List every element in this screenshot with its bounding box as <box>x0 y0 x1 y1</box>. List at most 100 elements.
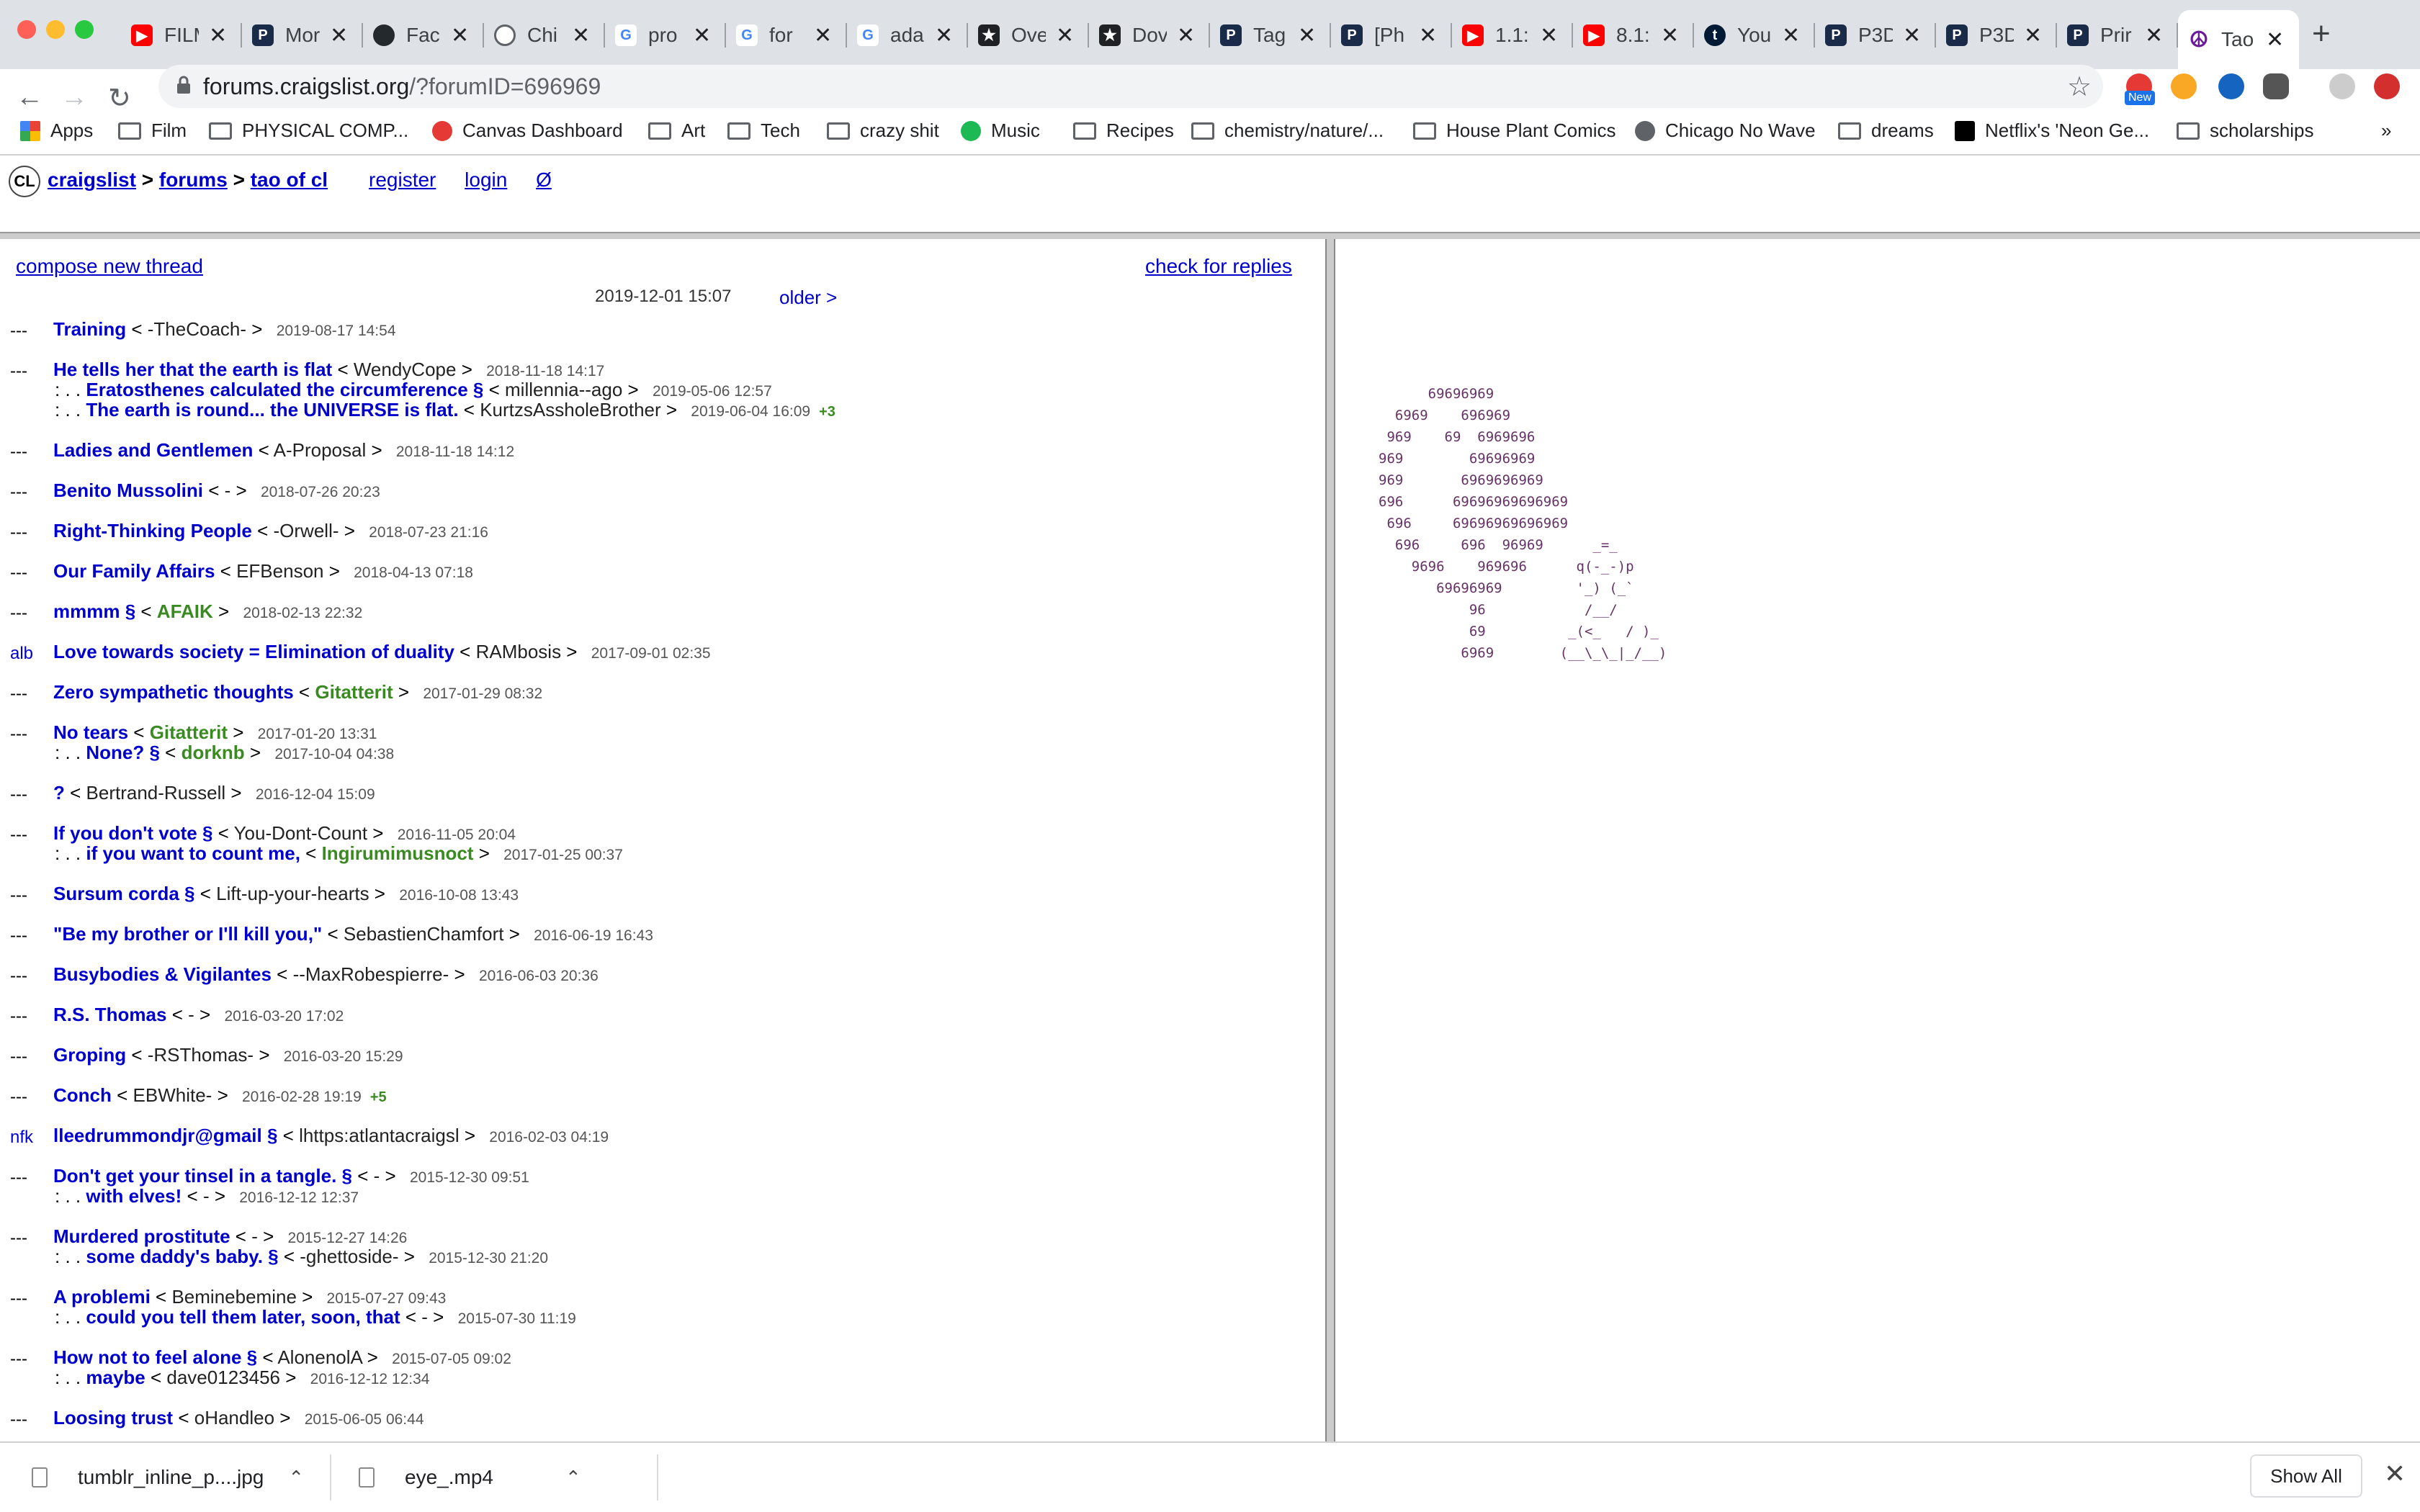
thread-subject-link[interactable]: He tells her that the earth is flat <box>53 359 332 380</box>
thread-subject-link[interactable]: Loosing trust <box>53 1407 173 1428</box>
close-tab-icon[interactable]: ✕ <box>1661 23 1679 48</box>
close-tab-icon[interactable]: ✕ <box>451 23 469 48</box>
bookmark-art[interactable]: Art <box>648 120 705 142</box>
close-tab-icon[interactable]: ✕ <box>1298 23 1316 48</box>
thread-subject-link[interactable]: maybe <box>86 1367 145 1388</box>
thread-subject-link[interactable]: Love towards society = Elimination of du… <box>53 641 454 662</box>
bookmark-music[interactable]: Music <box>961 120 1040 142</box>
thread-subject-link[interactable]: No tears <box>53 721 128 743</box>
browser-tab[interactable]: Gfor ✕ <box>726 10 847 60</box>
browser-tab[interactable]: Gada ✕ <box>847 10 968 60</box>
close-tab-icon[interactable]: ✕ <box>693 23 711 48</box>
bookmark-film[interactable]: Film <box>118 120 187 142</box>
craigslist-logo[interactable]: CL <box>9 166 40 197</box>
extension-icon[interactable] <box>2171 73 2197 99</box>
close-tab-icon[interactable]: ✕ <box>1782 23 1800 48</box>
thread-subject-link[interactable]: with elves! <box>86 1185 182 1207</box>
close-tab-icon[interactable]: ✕ <box>1177 23 1195 48</box>
bookmark-chemistry-nature[interactable]: chemistry/nature/... <box>1191 120 1384 142</box>
browser-tab[interactable]: P Tag ✕ <box>1210 10 1331 60</box>
browser-tab[interactable]: t You ✕ <box>1694 10 1815 60</box>
breadcrumb-forums[interactable]: forums <box>159 168 228 191</box>
thread-subject-link[interactable]: Ladies and Gentlemen <box>53 439 253 461</box>
compose-new-thread-link[interactable]: compose new thread <box>16 255 203 278</box>
thread-author[interactable]: Gitatterit <box>150 721 228 743</box>
bookmark-scholarships[interactable]: scholarships <box>2177 120 2314 142</box>
browser-tab[interactable]: Chi ✕ <box>484 10 605 60</box>
bookmark-recipes[interactable]: Recipes <box>1073 120 1174 142</box>
thread-subject-link[interactable]: could you tell them later, soon, that <box>86 1306 400 1328</box>
forward-icon[interactable]: → <box>60 82 88 113</box>
thread-subject-link[interactable]: Zero sympathetic thoughts <box>53 681 294 703</box>
thread-author[interactable]: Gitatterit <box>315 681 393 703</box>
browser-tab[interactable]: P [Ph ✕ <box>1331 10 1452 60</box>
thread-author[interactable]: dorknb <box>182 742 245 763</box>
thread-subject-link[interactable]: mmmm § <box>53 600 135 622</box>
extension-icon[interactable] <box>2263 73 2289 99</box>
show-all-downloads-button[interactable]: Show All <box>2250 1454 2362 1498</box>
breadcrumb-craigslist[interactable]: craigslist <box>48 168 136 191</box>
minimize-window-button[interactable] <box>46 20 65 39</box>
thread-subject-link[interactable]: Groping <box>53 1044 126 1066</box>
address-bar[interactable]: forums.craigslist.org/?forumID=696969 <box>158 65 2103 108</box>
download-item[interactable]: eye_.mp4 ⌃ <box>359 1443 581 1512</box>
close-tab-icon[interactable]: ✕ <box>2024 23 2042 48</box>
browser-tab[interactable]: ☮ Tao ✕ <box>2178 10 2299 69</box>
close-tab-icon[interactable]: ✕ <box>209 23 227 48</box>
close-icon[interactable]: ✕ <box>2384 1459 2406 1489</box>
close-tab-icon[interactable]: ✕ <box>1903 23 1921 48</box>
thread-subject-link[interactable]: A problemi <box>53 1286 151 1308</box>
close-tab-icon[interactable]: ✕ <box>1419 23 1437 48</box>
bookmark-house-plant-comics[interactable]: House Plant Comics <box>1413 120 1616 142</box>
reply-count-badge[interactable]: +5 <box>370 1089 387 1105</box>
bookmark-star-icon[interactable]: ☆ <box>2067 71 2092 103</box>
bookmark-canvas-dashboard[interactable]: Canvas Dashboard <box>432 120 623 142</box>
close-window-button[interactable] <box>17 20 36 39</box>
close-tab-icon[interactable]: ✕ <box>2266 27 2284 53</box>
thread-subject-link[interactable]: How not to feel alone § <box>53 1346 257 1368</box>
browser-tab[interactable]: P Prir ✕ <box>2057 10 2178 60</box>
thread-subject-link[interactable]: Benito Mussolini <box>53 480 203 501</box>
close-tab-icon[interactable]: ✕ <box>572 23 590 48</box>
browser-tab[interactable]: ★ Dov ✕ <box>1089 10 1210 60</box>
thread-subject-link[interactable]: ? <box>53 782 65 804</box>
thread-subject-link[interactable]: Conch <box>53 1084 112 1106</box>
back-icon[interactable]: ← <box>16 82 43 113</box>
browser-tab[interactable]: ▶ 1.1: ✕ <box>1452 10 1573 60</box>
thread-subject-link[interactable]: lleedrummondjr@gmail § <box>53 1125 277 1146</box>
thread-subject-link[interactable]: None? § <box>86 742 160 763</box>
thread-subject-link[interactable]: some daddy's baby. § <box>86 1246 278 1267</box>
thread-subject-link[interactable]: Don't get your tinsel in a tangle. § <box>53 1165 352 1187</box>
browser-tab[interactable]: ★ Ove ✕ <box>968 10 1089 60</box>
thread-subject-link[interactable]: R.S. Thomas <box>53 1004 166 1025</box>
thread-author[interactable]: Ingirumimusnoct <box>322 842 474 864</box>
close-tab-icon[interactable]: ✕ <box>814 23 832 48</box>
bookmark-physical-comp[interactable]: PHYSICAL COMP... <box>209 120 408 142</box>
more-bookmarks-button[interactable]: » <box>2381 120 2391 142</box>
maximize-window-button[interactable] <box>75 20 94 39</box>
close-tab-icon[interactable]: ✕ <box>2145 23 2163 48</box>
new-tab-button[interactable]: + <box>2312 16 2331 52</box>
browser-tab[interactable]: Fac ✕ <box>363 10 484 60</box>
thread-subject-link[interactable]: Eratosthenes calculated the circumferenc… <box>86 379 483 400</box>
thread-subject-link[interactable]: If you don't vote § <box>53 822 212 844</box>
bookmark-crazy-shit[interactable]: crazy shit <box>827 120 939 142</box>
older-link[interactable]: older > <box>779 287 837 309</box>
check-for-replies-link[interactable]: check for replies <box>1145 255 1292 278</box>
thread-subject-link[interactable]: The earth is round... the UNIVERSE is fl… <box>86 399 458 420</box>
thread-subject-link[interactable]: "Be my brother or I'll kill you," <box>53 923 322 945</box>
browser-tab[interactable]: P P3D ✕ <box>1936 10 2057 60</box>
register-link[interactable]: register <box>369 168 436 191</box>
thread-subject-link[interactable]: Our Family Affairs <box>53 560 215 582</box>
thread-subject-link[interactable]: if you want to count me, <box>86 842 300 864</box>
reload-icon[interactable]: ↻ <box>108 82 131 114</box>
browser-tab[interactable]: P Mor ✕ <box>242 10 363 60</box>
thread-author[interactable]: AFAIK <box>157 600 213 622</box>
thread-subject-link[interactable]: Murdered prostitute <box>53 1225 230 1247</box>
bookmark-chicago-no-wave[interactable]: Chicago No Wave <box>1635 120 1816 142</box>
profile-avatar[interactable] <box>2329 73 2355 99</box>
close-tab-icon[interactable]: ✕ <box>1056 23 1074 48</box>
browser-tab[interactable]: Gpro ✕ <box>605 10 726 60</box>
chevron-up-icon[interactable]: ⌃ <box>288 1467 304 1489</box>
pane-divider[interactable] <box>1325 239 1335 1441</box>
